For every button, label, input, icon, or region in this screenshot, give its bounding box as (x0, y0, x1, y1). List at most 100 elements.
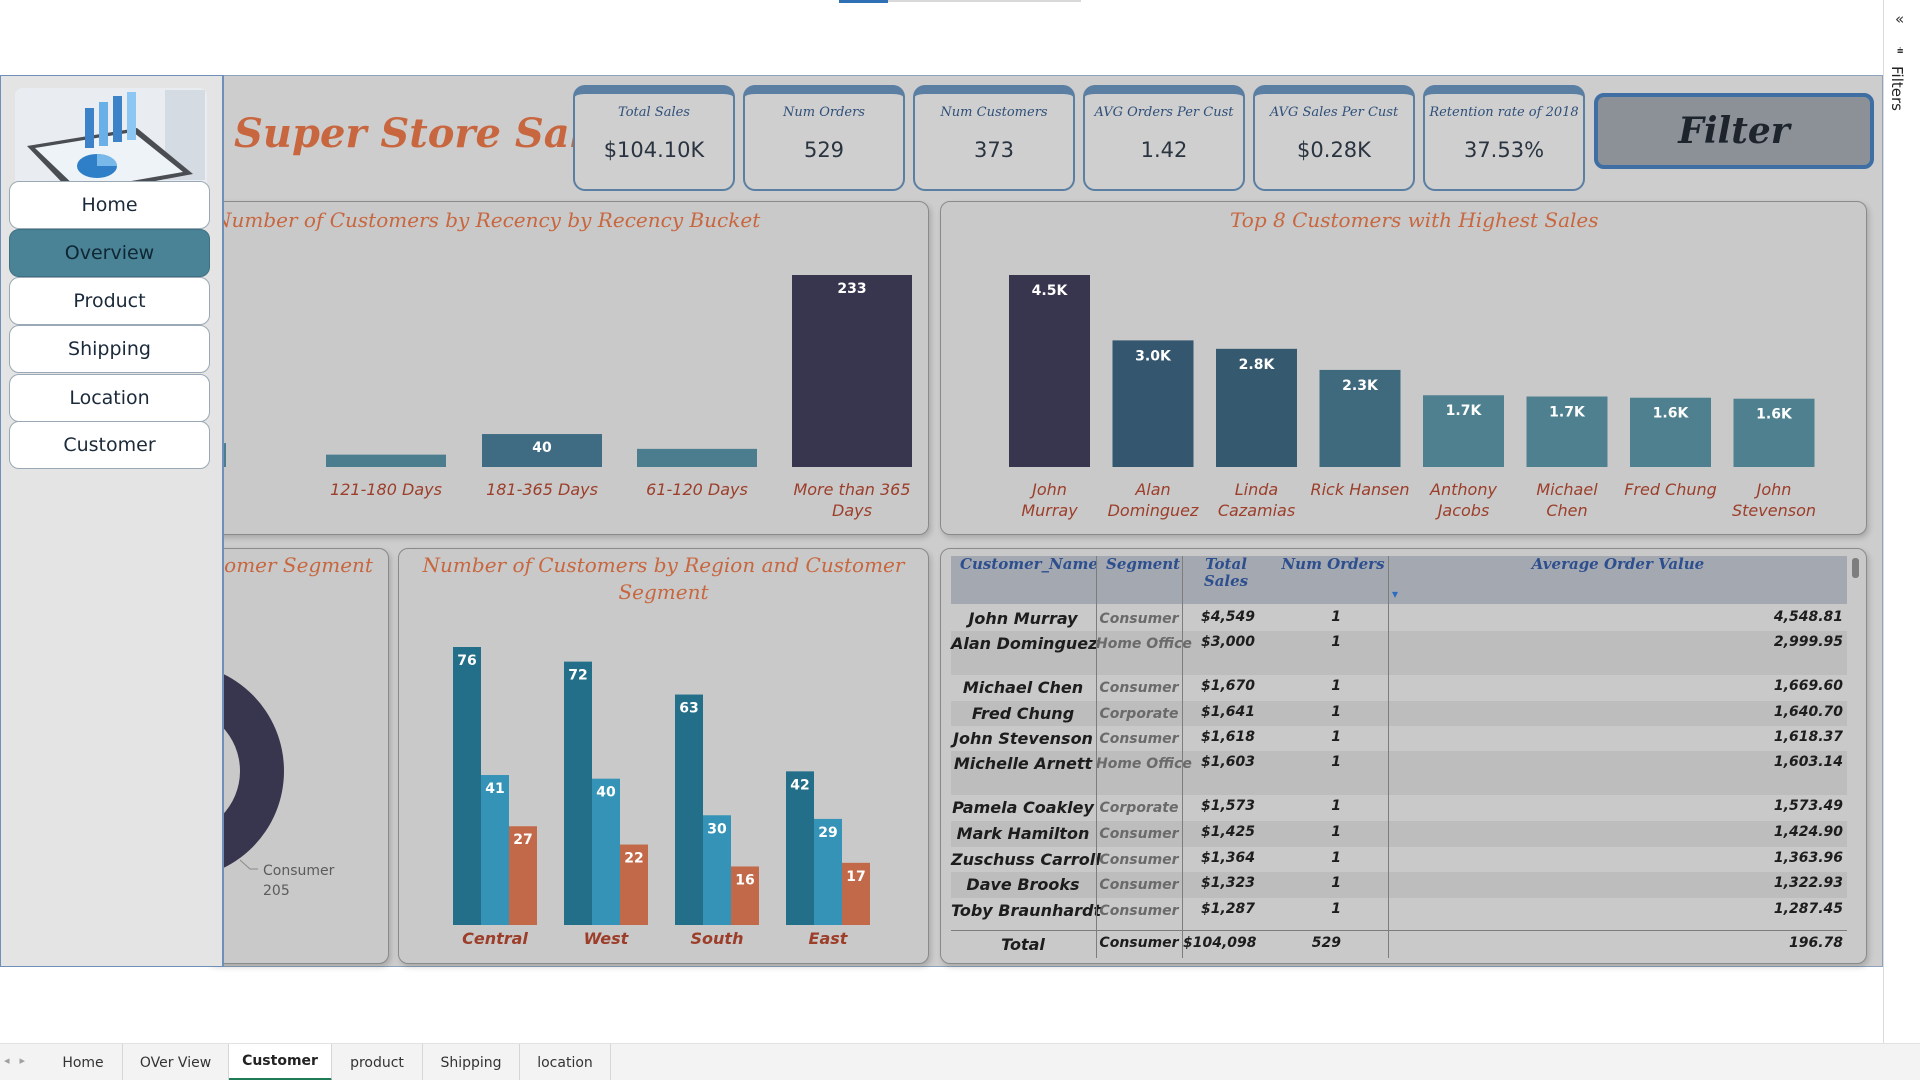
kpi-label: Total Sales (618, 105, 690, 120)
segment-cell: Home Office (1096, 756, 1192, 772)
recency-category-label: More than 365 (793, 480, 910, 499)
recency-chart-title: Number of Customers by Recency by Recenc… (214, 208, 761, 232)
customer-sales-data-label: 1.6K (1653, 406, 1690, 422)
num-orders-cell: 1 (1331, 678, 1341, 694)
average-order-value-cell: 1,603.14 (1773, 754, 1843, 770)
num-orders-cell: 1 (1331, 901, 1341, 917)
filters-pane[interactable]: « ⩧ Filters (1883, 0, 1920, 1043)
recency-category-label: Days (832, 501, 872, 520)
kpi-label: AVG Orders Per Cust (1094, 105, 1234, 120)
nav-button-shipping[interactable]: Shipping (9, 325, 210, 373)
customer-sales-data-label: 4.5K (1032, 283, 1069, 299)
table-row[interactable]: Michelle Arnett Home Office $1,603 1 1,603.1… (951, 751, 1847, 795)
customer-category-label: Murray (1021, 501, 1078, 520)
column-header-num-orders[interactable]: Num Orders (1278, 556, 1388, 573)
sheet-tab[interactable]: Shipping (423, 1044, 520, 1080)
region-chart-title-line1: Number of Customers by Region and Custom… (422, 553, 905, 577)
total-label-cell: Total (1001, 935, 1045, 954)
num-orders-cell: 1 (1331, 875, 1341, 891)
customer-name-cell: Michelle Arnett (953, 754, 1093, 773)
page-scroll-thumb[interactable] (839, 0, 888, 3)
customer-name-cell: Fred Chung (971, 704, 1075, 723)
segment-cell: Consumer (1099, 731, 1179, 747)
total-sales-cell: $1,618 (1200, 729, 1255, 745)
region-data-label: 72 (568, 668, 587, 684)
nav-button-overview[interactable]: Overview (9, 229, 210, 277)
filters-pane-label[interactable]: Filters (1888, 66, 1906, 111)
sheet-tab-bar: ◂▸ Home OVer View Customer product Shipping l… (0, 1043, 1920, 1080)
kpi-card-num-customers: Num Customers 373 (913, 85, 1075, 191)
customer-category-label: Fred Chung (1624, 480, 1717, 499)
column-header-segment[interactable]: Segment (1106, 556, 1186, 573)
table-row[interactable]: Toby Braunhardt Consumer $1,287 1 1,287.45 (951, 898, 1847, 922)
total-sales-cell: $1,603 (1200, 754, 1255, 770)
region-segment-bar (564, 661, 592, 925)
column-header-customer-name[interactable]: Customer_Name (960, 556, 1100, 573)
table-row[interactable]: Zuschuss Carroll Consumer $1,364 1 1,363.96 (951, 847, 1847, 872)
table-row[interactable]: Mark Hamilton Consumer $1,425 1 1,424.90 (951, 821, 1847, 847)
total-sales-cell: $1,670 (1200, 678, 1255, 694)
customer-name-cell: John Murray (968, 609, 1078, 628)
total-sales-cell: $1,364 (1200, 850, 1255, 866)
kpi-card-num-orders: Num Orders 529 (743, 85, 905, 191)
column-header-total-sales-1[interactable]: Total (1196, 556, 1256, 573)
nav-button-home[interactable]: Home (9, 181, 210, 229)
table-scrollbar[interactable] (1852, 558, 1859, 578)
customer-sales-data-label: 2.3K (1342, 378, 1379, 394)
kpi-label: AVG Sales Per Cust (1269, 105, 1399, 120)
average-order-value-cell: 1,424.90 (1773, 824, 1843, 840)
collapse-icon[interactable]: « (1895, 10, 1904, 28)
sheet-tab[interactable]: location (520, 1044, 611, 1080)
column-header-average-order-value[interactable]: Average Order Value (1388, 556, 1848, 573)
customer-category-label: Stevenson (1732, 501, 1816, 520)
table-total-row: Total Consumer $104,098 529 196.78 (951, 930, 1847, 958)
column-divider (1096, 556, 1097, 958)
sheet-scroll-arrows-icon[interactable]: ◂▸ (4, 1054, 35, 1067)
power-bi-report-window: « ⩧ Filters Super Store Sales Total Sale… (0, 0, 1920, 1080)
region-data-label: 40 (596, 785, 616, 801)
average-order-value-cell: 1,363.96 (1773, 850, 1843, 866)
customer-name-cell: John Stevenson (953, 729, 1093, 748)
customer-category-label: Rick Hansen (1310, 480, 1409, 499)
table-row[interactable]: Fred Chung Corporate $1,641 1 1,640.70 (951, 701, 1847, 726)
recency-data-label: 233 (837, 281, 866, 297)
kpi-label: Retention rate of 2018 (1429, 105, 1579, 120)
num-orders-cell: 1 (1331, 704, 1341, 720)
sheet-tab[interactable]: product (332, 1044, 423, 1080)
table-row[interactable]: Pamela Coakley Corporate $1,573 1 1,573.49 (951, 795, 1847, 821)
customer-category-label: Michael (1536, 480, 1598, 499)
sheet-tab[interactable]: Customer (229, 1044, 332, 1080)
table-row[interactable]: Michael Chen Consumer $1,670 1 1,669.60 (951, 675, 1847, 701)
nav-button-customer[interactable]: Customer (9, 421, 210, 469)
average-order-value-cell: 4,548.81 (1773, 609, 1843, 625)
nav-button-location[interactable]: Location (9, 374, 210, 422)
table-row[interactable]: John Murray Consumer $4,549 1 4,548.81 (951, 606, 1847, 631)
region-chart-panel: 76 41 27 Central 72 40 22 West 63 30 16 South 42 29 17… (398, 548, 929, 964)
segment-cell: Consumer (1099, 877, 1179, 893)
kpi-card-avg-orders: AVG Orders Per Cust 1.42 (1083, 85, 1245, 191)
total-orders-cell: 529 (1311, 935, 1341, 951)
column-header-total-sales-2[interactable]: Sales (1196, 573, 1256, 590)
region-data-label: 22 (624, 851, 643, 867)
nav-button-product[interactable]: Product (9, 277, 210, 325)
filter-button[interactable]: Filter (1594, 93, 1874, 169)
num-orders-cell: 1 (1331, 850, 1341, 866)
customer-sales-data-label: 1.6K (1756, 407, 1793, 423)
table-row[interactable]: Alan Dominguez Home Office $3,000 1 2,999.95 (951, 631, 1847, 675)
segment-cell: Consumer (1099, 826, 1179, 842)
table-row[interactable]: John Stevenson Consumer $1,618 1 1,618.37 (951, 726, 1847, 751)
customer-sales-data-label: 1.7K (1446, 403, 1483, 419)
sheet-tab[interactable]: Home (44, 1044, 123, 1080)
sort-descending-icon[interactable]: ▾ (1392, 586, 1398, 603)
kpi-label: Num Customers (940, 105, 1048, 120)
recency-bar-chart: 121-180 Days 40 181-365 Days 61-120 Days 233… (206, 275, 912, 520)
sheet-tab[interactable]: OVer View (123, 1044, 229, 1080)
top-customers-bar-chart: 4.5K John Murray 3.0K Alan Dominguez 2.8K Linda… (1009, 275, 1816, 520)
region-data-label: 16 (735, 872, 754, 888)
region-segment-bar (481, 775, 509, 925)
table-row[interactable]: Dave Brooks Consumer $1,323 1 1,322.93 (951, 872, 1847, 898)
segment-cell: Corporate (1099, 800, 1179, 816)
kpi-card-total-sales: Total Sales $104.10K (573, 85, 735, 191)
region-data-label: 29 (818, 825, 837, 841)
kpi-label: Num Orders (783, 105, 865, 120)
